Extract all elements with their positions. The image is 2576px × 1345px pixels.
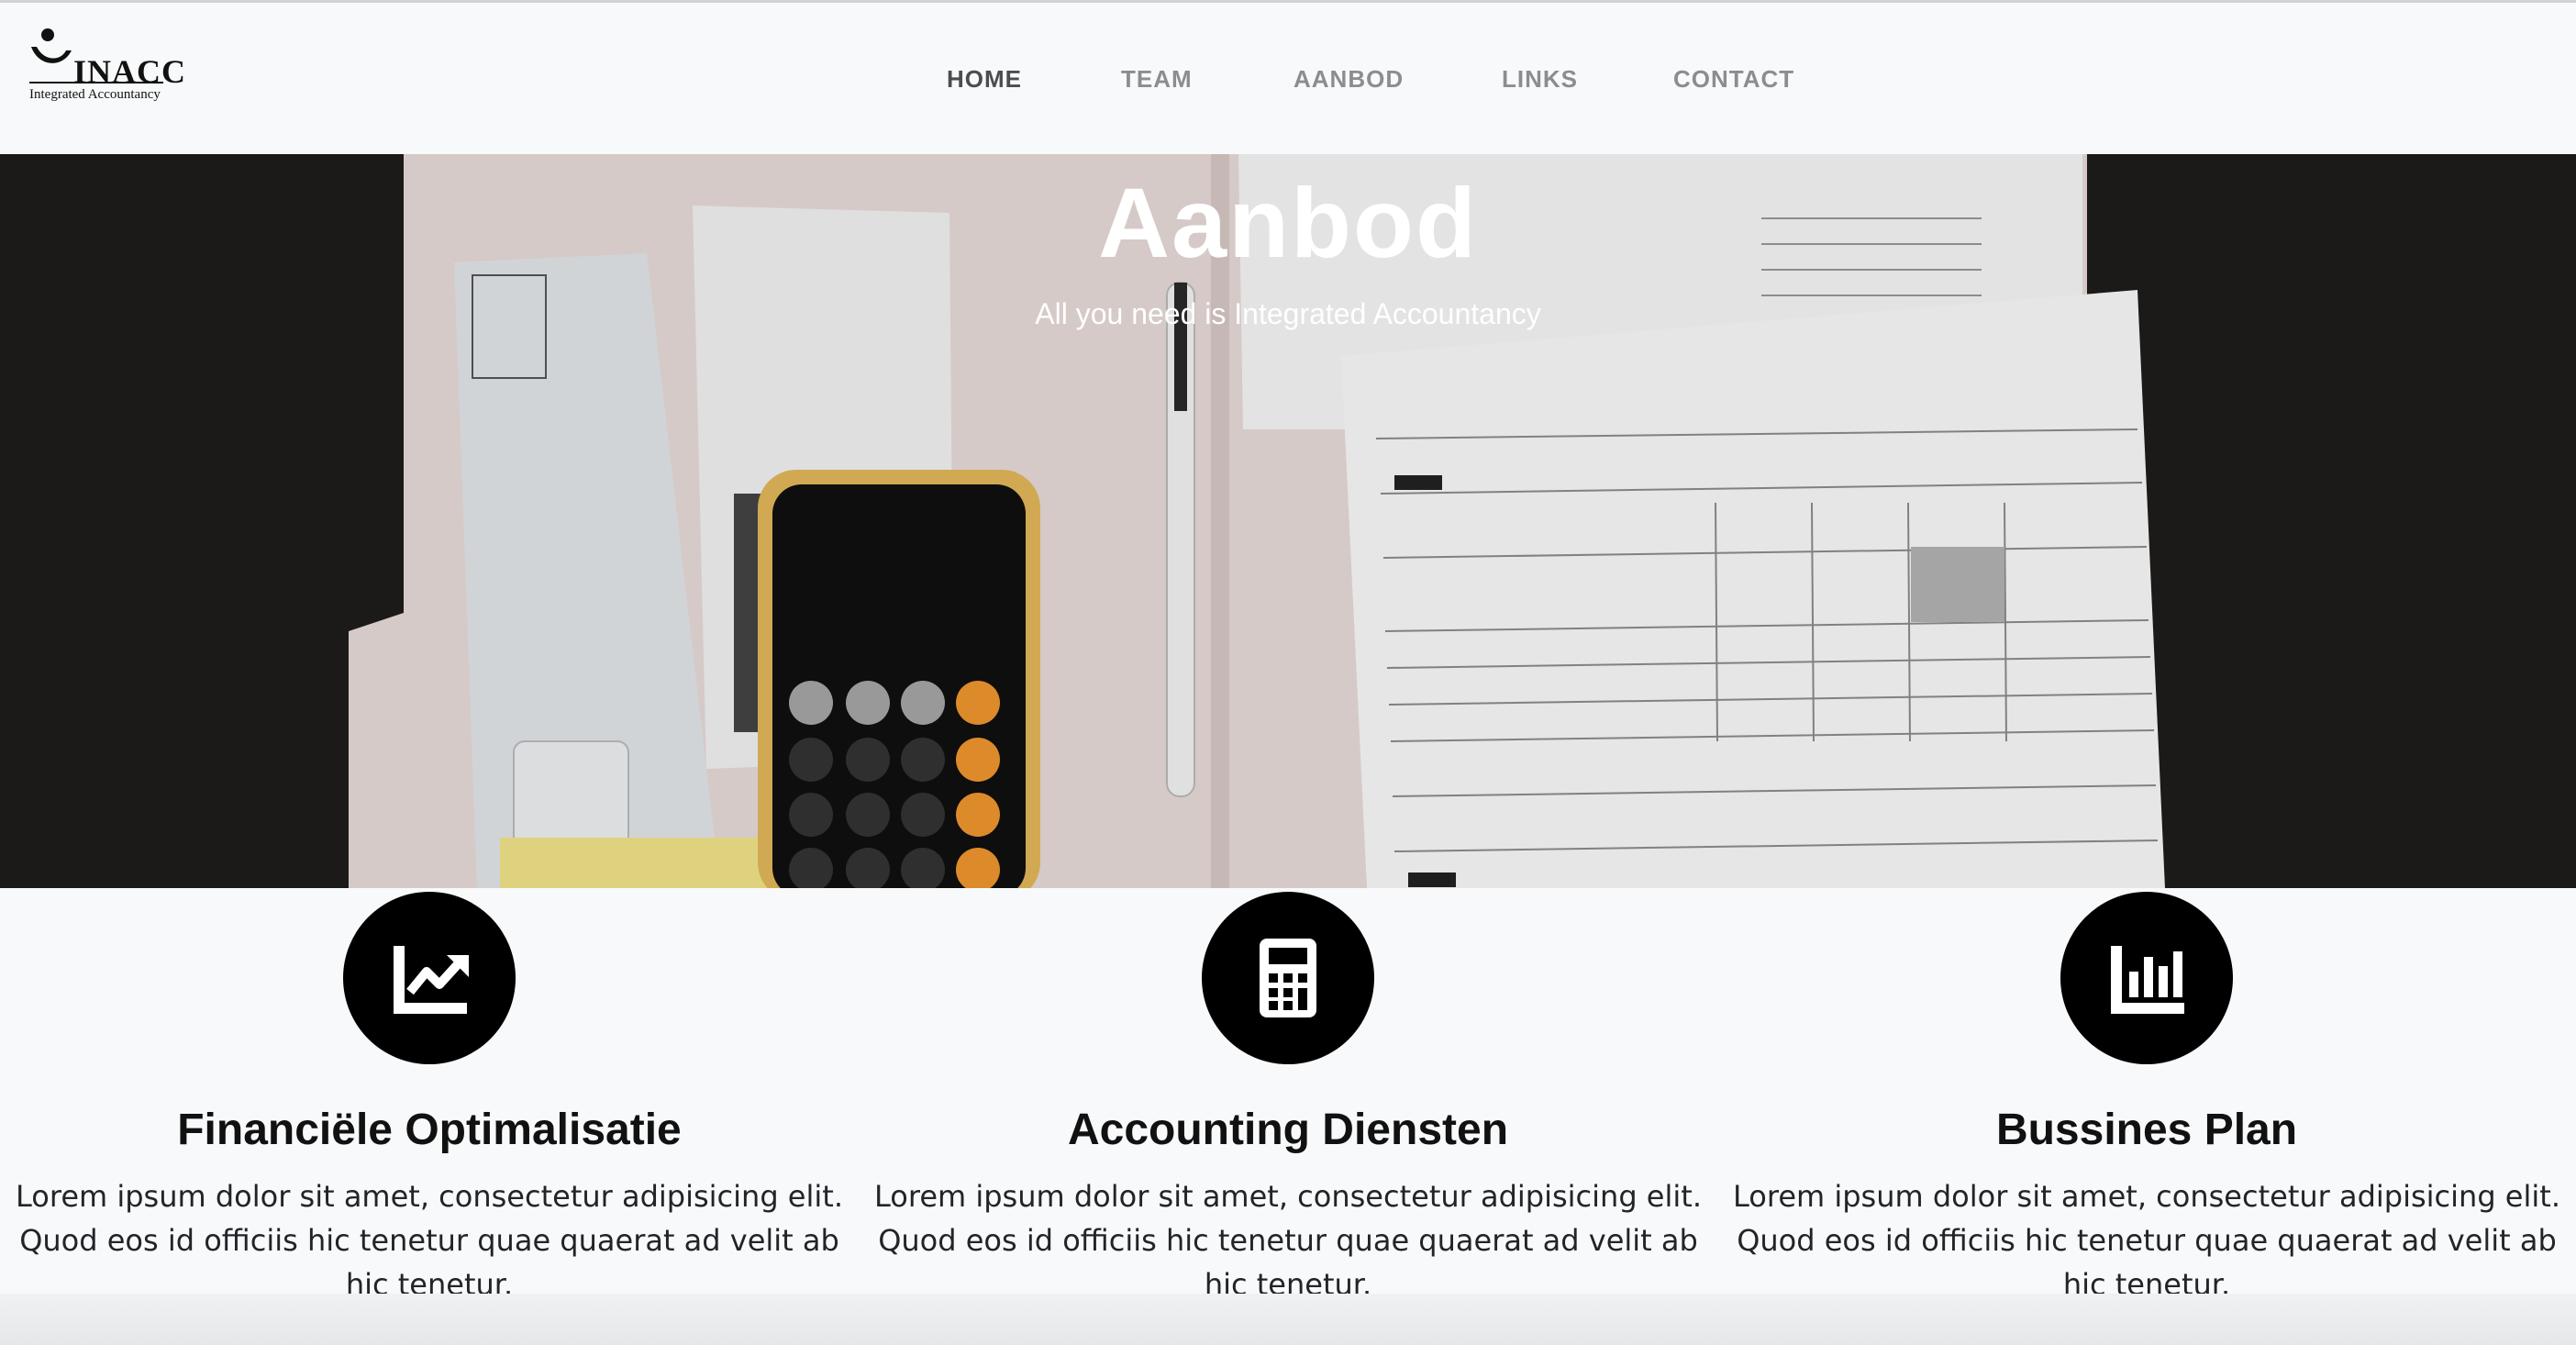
service-icon-circle [343,892,516,1064]
service-card-bussines-plan: Bussines Plan Lorem ipsum dolor sit amet… [1717,888,2576,1302]
chart-line-icon [394,946,469,1014]
hero-subtitle: All you need is Integrated Accountancy [1035,297,1541,330]
service-title: Accounting Diensten [1067,1106,1509,1154]
nav-item-links[interactable]: LINKS [1502,65,1578,94]
calculator-icon [1260,939,1316,1017]
nav-item-aanbod[interactable]: AANBOD [1294,65,1404,94]
service-title: Bussines Plan [1995,1106,2298,1154]
next-section-edge [0,1294,2576,1345]
service-text: Lorem ipsum dolor sit amet, consectetur … [874,1179,1702,1302]
main-nav: HOME TEAM AANBOD LINKS CONTACT [0,3,2576,157]
hero-title: Aanbod [1098,167,1478,278]
nav-item-home[interactable]: HOME [947,65,1022,94]
service-icon-circle [2060,892,2233,1064]
service-icon-circle [1202,892,1374,1064]
nav-item-team[interactable]: TEAM [1121,65,1193,94]
chart-bar-icon [2111,946,2184,1014]
service-card-financiele-optimalisatie: Financiële Optimalisatie Lorem ipsum dol… [0,888,859,1302]
service-text: Lorem ipsum dolor sit amet, consectetur … [1733,1179,2560,1302]
services-section: Financiële Optimalisatie Lorem ipsum dol… [0,888,2576,1302]
service-title: Financiële Optimalisatie [177,1106,682,1154]
hero-banner: Aanbod All you need is Integrated Accoun… [0,154,2576,888]
navbar: INACC Integrated Accountancy HOME TEAM A… [0,0,2576,154]
service-card-accounting-diensten: Accounting Diensten Lorem ipsum dolor si… [859,888,1717,1302]
nav-item-contact[interactable]: CONTACT [1673,65,1794,94]
page: INACC Integrated Accountancy HOME TEAM A… [0,0,2576,1345]
service-text: Lorem ipsum dolor sit amet, consectetur … [16,1179,843,1302]
